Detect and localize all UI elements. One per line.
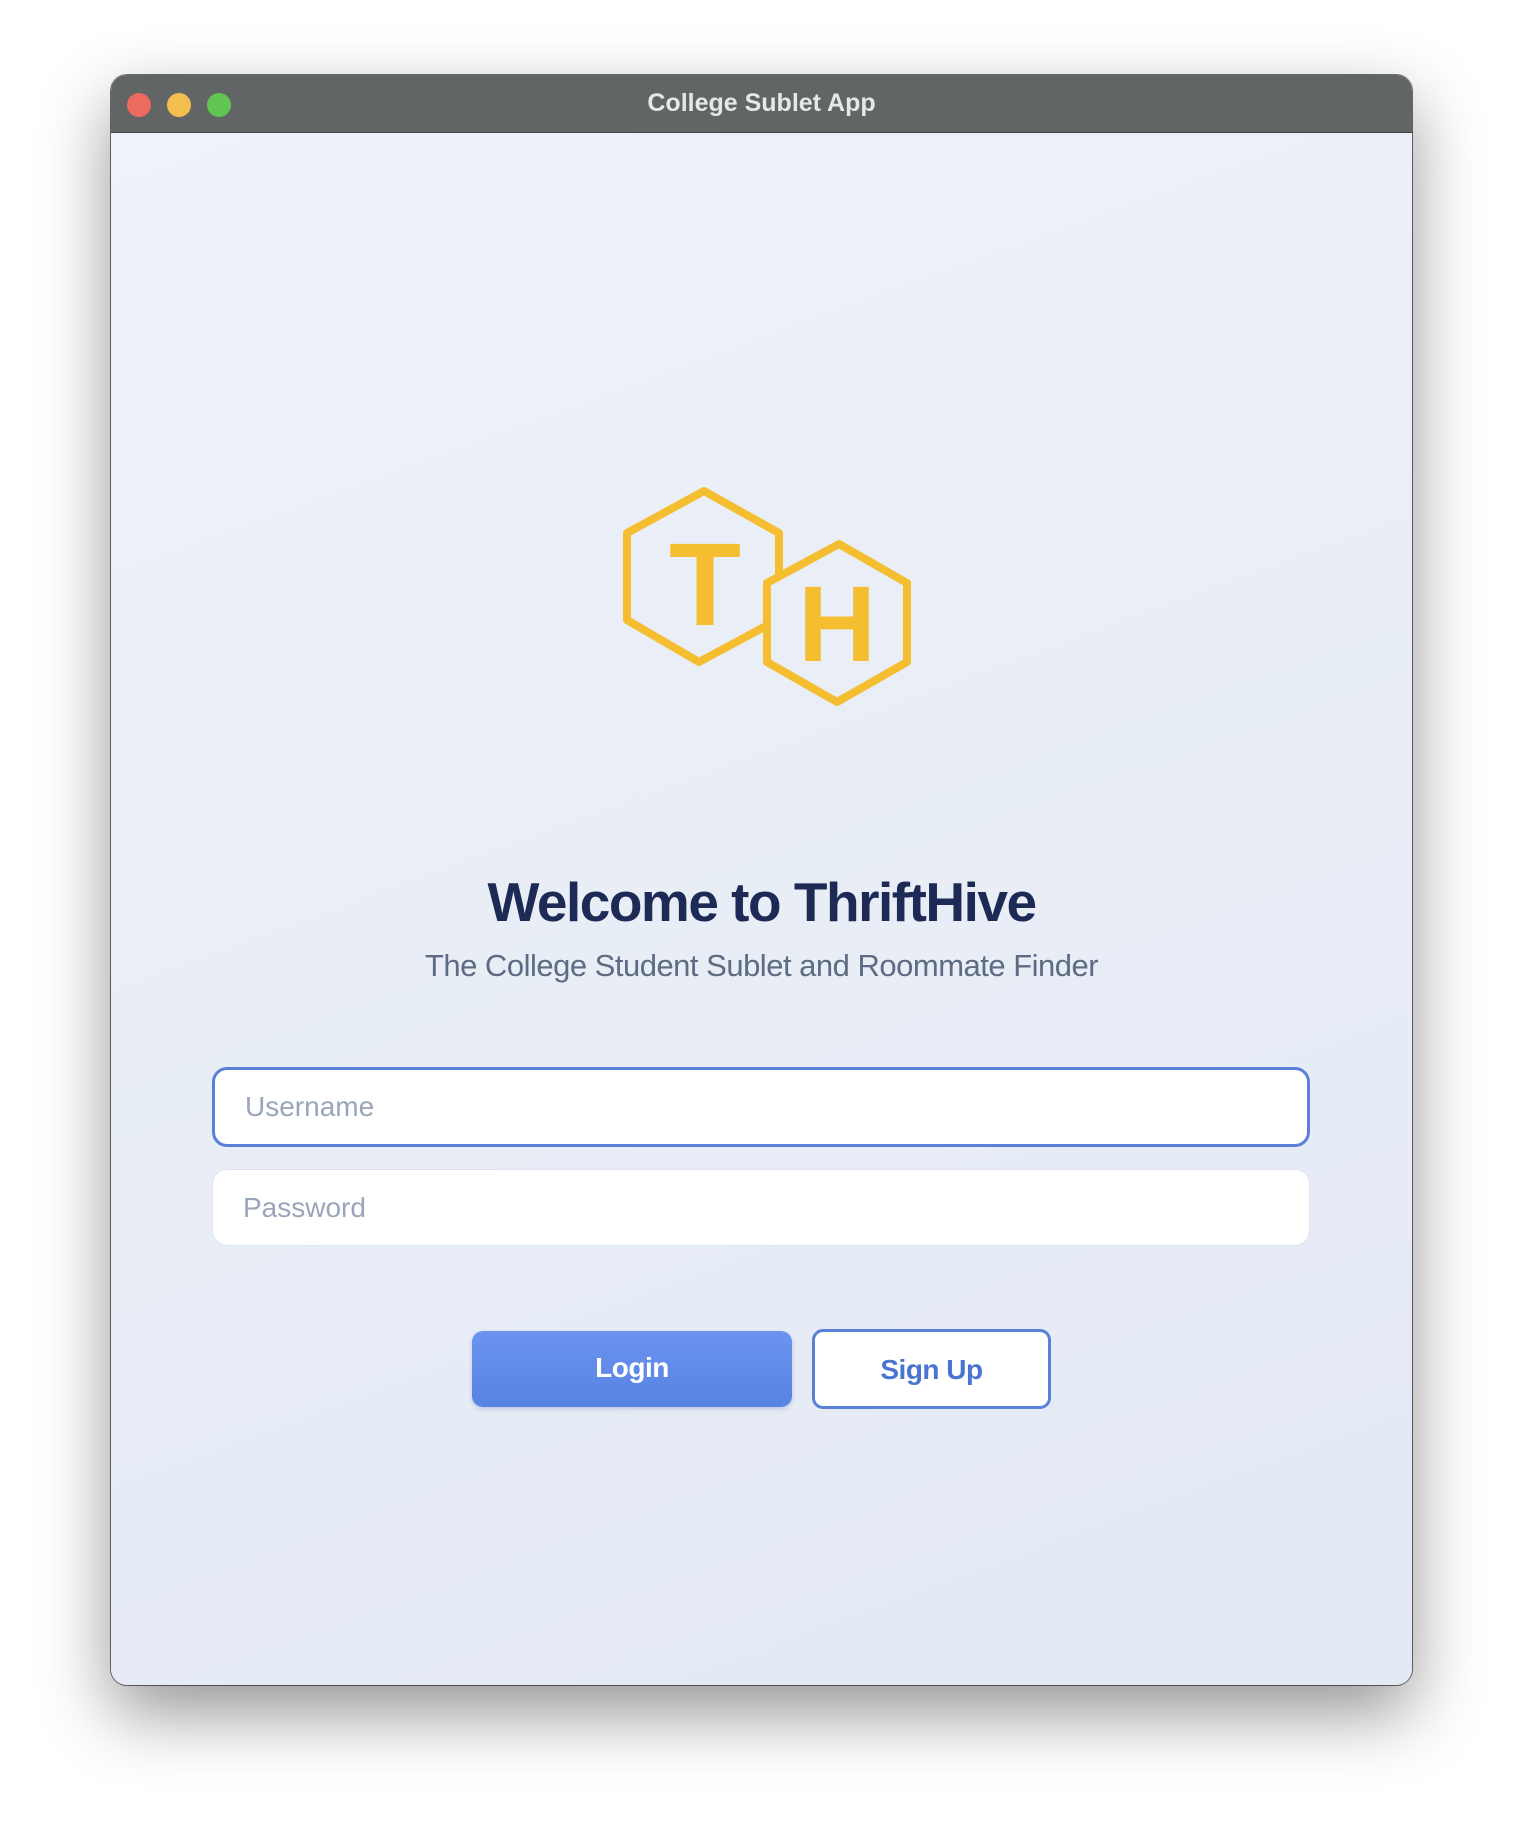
username-input[interactable] xyxy=(212,1067,1310,1147)
title-bar[interactable]: College Sublet App xyxy=(111,75,1412,133)
password-input[interactable] xyxy=(212,1169,1310,1246)
login-button[interactable]: Login xyxy=(472,1331,792,1407)
welcome-heading: Welcome to ThriftHive xyxy=(487,871,1037,933)
app-window: College Sublet App T H Welcome to Thrift… xyxy=(111,75,1412,1685)
svg-text:H: H xyxy=(798,563,876,684)
svg-text:T: T xyxy=(669,519,741,651)
thrifthive-logo: T H xyxy=(601,475,941,750)
window-title: College Sublet App xyxy=(647,89,876,117)
sign-up-button[interactable]: Sign Up xyxy=(812,1329,1051,1409)
welcome-subheading: The College Student Sublet and Roommate … xyxy=(424,948,1099,983)
